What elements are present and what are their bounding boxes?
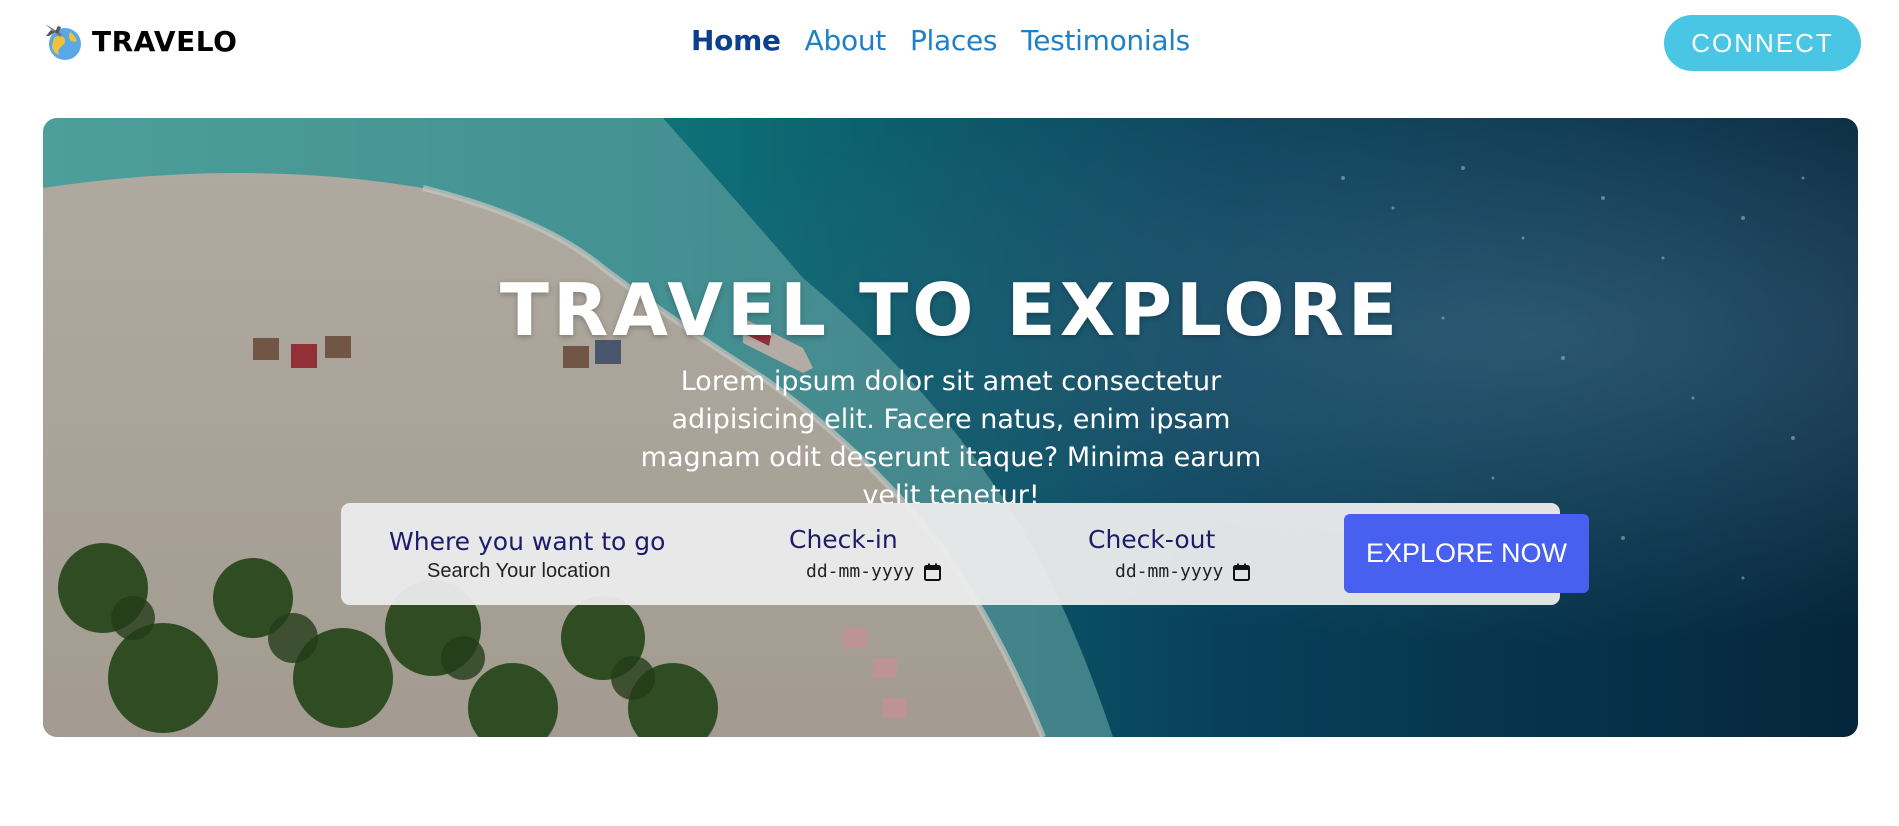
navbar: TRAVELO Home About Places Testimonials C… [0,0,1899,90]
checkin-label: Check-in [789,525,898,554]
nav-link-about[interactable]: About [805,24,887,57]
hero-title: TRAVEL TO EXPLORE [499,268,1402,352]
nav-link-places[interactable]: Places [910,24,998,57]
calendar-icon[interactable] [924,563,942,581]
explore-now-button[interactable]: EXPLORE NOW [1344,514,1589,593]
hero-banner: TRAVEL TO EXPLORE Lorem ipsum dolor sit … [43,118,1858,737]
checkin-date-input[interactable]: dd-mm-yyyy [806,561,942,582]
destination-label: Where you want to go [389,527,666,556]
destination-input[interactable]: Search Your location [427,560,610,583]
checkout-date-value: dd-mm-yyyy [1115,561,1224,582]
calendar-icon[interactable] [1233,563,1251,581]
connect-button[interactable]: CONNECT [1664,15,1861,71]
checkin-date-value: dd-mm-yyyy [806,561,915,582]
hero-subtitle: Lorem ipsum dolor sit amet consectetur a… [640,366,1262,511]
nav-link-testimonials[interactable]: Testimonials [1021,24,1190,57]
search-bar: Where you want to go Search Your locatio… [341,503,1589,605]
checkout-date-input[interactable]: dd-mm-yyyy [1115,561,1251,582]
nav-link-home[interactable]: Home [691,24,781,57]
checkout-label: Check-out [1088,525,1216,554]
nav-links: Home About Places Testimonials [0,24,1899,57]
